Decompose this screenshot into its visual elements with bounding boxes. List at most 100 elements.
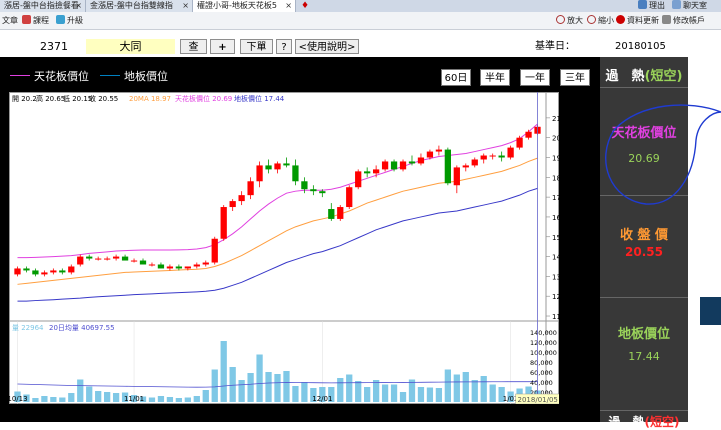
refresh-data-button[interactable]: 資料更新 xyxy=(616,14,659,27)
volume-bar xyxy=(193,396,200,402)
candle-body xyxy=(59,270,66,273)
chatroom-link[interactable]: 聊天室 xyxy=(672,0,707,12)
candle-body xyxy=(202,262,209,265)
candle-body xyxy=(77,256,84,265)
volume-bar xyxy=(211,369,218,402)
candle-body xyxy=(166,266,174,269)
legend-ceiling: 天花板價位 xyxy=(10,70,89,84)
courses-link[interactable]: 課程 xyxy=(22,14,49,27)
candlesticks xyxy=(14,124,541,277)
manual-button[interactable]: <使用說明> xyxy=(295,39,359,54)
range-button-one-year[interactable]: 一年 xyxy=(520,69,550,86)
divider xyxy=(600,195,688,196)
query-button[interactable]: 查 xyxy=(180,39,207,54)
tab-label: 金漲居-盤中台指雙線指 xyxy=(90,1,173,10)
candle-body xyxy=(41,272,48,275)
info-close: 收 20.55 xyxy=(89,94,118,103)
x-tick-label: 12/01 xyxy=(312,395,332,403)
stock-header-bar: 2371 大同 查 + 下單 ? <使用說明> 基準日： 20180105 xyxy=(0,38,688,56)
help-button[interactable]: ? xyxy=(276,39,292,54)
price-tick-label: 11 xyxy=(552,313,559,321)
candle-body xyxy=(390,161,398,170)
candle-body xyxy=(283,163,290,166)
price-tick-label: 21 xyxy=(552,115,559,123)
candle-body xyxy=(364,171,371,174)
browser-tab-active[interactable]: 權證小哥-地板天花板5 × xyxy=(193,0,296,12)
zoom-in-icon xyxy=(556,15,565,24)
close-icon[interactable]: × xyxy=(285,0,292,12)
candle-body xyxy=(525,131,532,138)
divider xyxy=(600,87,688,88)
volume-tick-label: 140,000 xyxy=(530,329,557,337)
grid-lines xyxy=(17,117,550,404)
price-tick-label: 17 xyxy=(552,194,559,202)
price-tick-label: 16 xyxy=(552,214,559,222)
range-button-half-year[interactable]: 半年 xyxy=(480,69,510,86)
divider xyxy=(600,410,688,411)
volume-bar xyxy=(453,374,460,402)
candle-body xyxy=(346,187,353,208)
volume-bar xyxy=(229,367,236,402)
logout-link[interactable]: 理出 xyxy=(638,0,665,12)
volume-bar xyxy=(86,386,93,402)
floor-title: 地板價位 xyxy=(617,327,670,342)
volume-bar xyxy=(292,386,299,402)
price-tick-label: 19 xyxy=(552,155,559,163)
range-button-60d[interactable]: 60日 xyxy=(441,69,471,86)
edit-account-button[interactable]: 修改帳戶 xyxy=(662,14,705,27)
candle-body xyxy=(14,268,21,275)
volume-tick-label: 120,000 xyxy=(530,339,557,347)
signal-side-panel: 過 熱(短空) 天花板價位 20.69 收 盤 價 20.55 地板價位 17.… xyxy=(600,57,688,429)
add-button[interactable]: + xyxy=(210,39,235,54)
candle-body xyxy=(130,260,138,262)
volume-bar xyxy=(471,380,478,402)
volume-bar xyxy=(337,378,344,402)
base-date-value: 20180105 xyxy=(615,41,666,52)
volume-bar xyxy=(112,393,120,402)
info-ceiling: 天花板價位 20.69 xyxy=(175,94,232,103)
candle-body xyxy=(220,207,227,239)
tab-label: 權證小哥-地板天花板5 xyxy=(197,1,277,10)
browser-tab[interactable]: 漲居-盤中台指撿餐看 × xyxy=(0,0,86,12)
ceiling-title: 天花板價位 xyxy=(611,126,677,141)
scrollbar-thumb[interactable] xyxy=(700,297,721,325)
upgrade-link[interactable]: 升級 xyxy=(56,14,83,27)
close-icon[interactable]: × xyxy=(75,0,82,12)
chart-area[interactable]: 21 20 19 18 17 16 15 14 13 12 11 140,000 120,000 100,… xyxy=(9,92,559,404)
chart-svg[interactable]: 21 20 19 18 17 16 15 14 13 12 11 140,000 120,000 100,… xyxy=(9,92,559,404)
close-value: 20.55 xyxy=(625,245,663,259)
candle-body xyxy=(462,165,469,168)
divider xyxy=(600,297,688,298)
volume-bar xyxy=(32,398,39,402)
candle-body xyxy=(292,165,299,182)
volume-bar xyxy=(68,393,75,402)
close-icon[interactable]: × xyxy=(182,0,189,12)
zoom-in-button[interactable]: 放大 xyxy=(556,14,583,27)
volume-tick-label: 100,000 xyxy=(530,349,557,357)
candle-body xyxy=(68,266,75,273)
candle-body xyxy=(417,157,425,164)
ceiling-legend-swatch xyxy=(10,75,30,76)
volume-bar xyxy=(202,390,209,402)
cursor-date-label: 2018/01/05 xyxy=(518,396,558,404)
ceiling-price-line xyxy=(17,123,538,259)
new-tab-icon[interactable]: ♦ xyxy=(296,0,314,12)
volume-bar xyxy=(444,369,451,402)
volume-bar xyxy=(399,392,407,402)
order-button[interactable]: 下單 xyxy=(240,39,273,54)
ceiling-value: 20.69 xyxy=(628,152,660,165)
right-blank-area xyxy=(688,30,721,422)
zoom-out-button[interactable]: 縮小 xyxy=(587,14,614,27)
candle-body xyxy=(265,165,272,170)
candle-body xyxy=(229,201,236,208)
browser-tab[interactable]: 金漲居-盤中台指雙線指 × xyxy=(86,0,193,12)
chart-panel: 天花板價位 地板價位 60日 半年 一年 三年 21 20 19 18 17 16 15 14… xyxy=(0,57,600,422)
chat-icon xyxy=(672,0,681,9)
stock-code: 2371 xyxy=(40,40,68,53)
articles-link[interactable]: 文章 xyxy=(2,14,18,27)
candle-body xyxy=(157,264,165,269)
range-button-three-year[interactable]: 三年 xyxy=(560,69,590,86)
indicator-lines xyxy=(17,123,538,302)
volume-bar xyxy=(417,387,425,402)
candle-body xyxy=(399,161,407,170)
